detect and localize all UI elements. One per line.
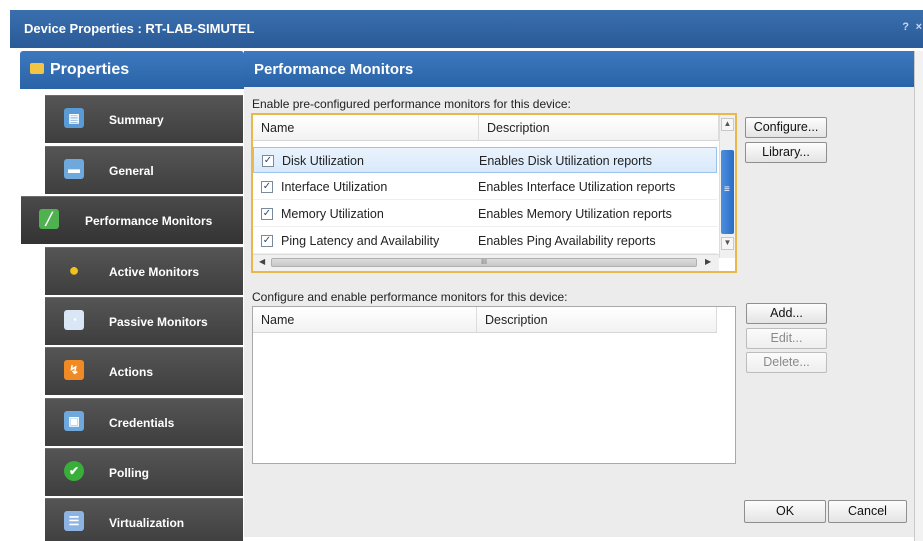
sidebar-item-actions[interactable]: ↯ Actions (45, 347, 243, 395)
edit-button-label: Edit... (770, 331, 803, 345)
sidebar-item-label: Summary (109, 113, 164, 127)
sidebar-item-active-monitors[interactable]: ● Active Monitors (45, 247, 243, 295)
scroll-right-arrow-icon[interactable]: ▶ (705, 257, 711, 266)
sidebar-item-credentials[interactable]: ▣ Credentials (45, 398, 243, 446)
vertical-grip-icon: ≡ (724, 184, 730, 195)
panel-title: Performance Monitors (254, 61, 414, 78)
sidebar-item-label: Virtualization (109, 516, 185, 530)
custom-monitors-list[interactable]: Name Description (252, 306, 736, 464)
sidebar-item-label: Performance Monitors (85, 214, 213, 228)
add-button[interactable]: Add... (746, 303, 827, 324)
table-row[interactable]: ✓ Interface Utilization Enables Interface … (253, 174, 717, 200)
sidebar-item-label: Credentials (109, 416, 175, 430)
row-checkbox[interactable]: ✓ (261, 208, 273, 220)
lightbulb-icon: ● (68, 259, 80, 280)
column-description-label: Description (487, 121, 550, 135)
monitor-description: Enables Memory Utilization reports (478, 207, 672, 221)
sidebar-item-summary[interactable]: ▤ Summary (45, 95, 243, 143)
add-button-label: Add... (770, 306, 803, 320)
summary-icon: ▤ (64, 108, 84, 128)
help-icon[interactable]: ? (902, 21, 909, 33)
sidebar-item-performance-monitors[interactable]: ╱ Performance Monitors (21, 196, 243, 244)
computer-icon: ▬ (64, 159, 84, 179)
preconfigured-label: Enable pre-configured performance monito… (252, 97, 571, 111)
configure-button-label: Configure... (753, 120, 819, 134)
cancel-button[interactable]: Cancel (828, 500, 907, 523)
gauge-icon: ◔ (64, 310, 84, 330)
library-button[interactable]: Library... (745, 142, 827, 163)
sidebar-item-label: Actions (109, 365, 154, 379)
sidebar-item-virtualization[interactable]: ☰ Virtualization (45, 498, 243, 541)
configure-button[interactable]: Configure... (745, 117, 827, 138)
ok-button[interactable]: OK (744, 500, 826, 523)
close-icon[interactable]: × (916, 21, 922, 33)
monitor-description: Enables Ping Availability reports (478, 234, 656, 248)
monitor-name: Memory Utilization (281, 207, 384, 221)
sidebar-item-general[interactable]: ▬ General (45, 146, 243, 194)
panel-header: Performance Monitors (244, 51, 914, 87)
sidebar-item-label: General (109, 164, 154, 178)
delete-button: Delete... (746, 352, 827, 373)
delete-button-label: Delete... (763, 355, 810, 369)
scroll-down-arrow-icon[interactable]: ▼ (721, 237, 734, 250)
vertical-scrollbar[interactable]: ▲ ≡ ▼ (719, 115, 735, 258)
custom-column-name-label: Name (261, 313, 295, 327)
vertical-scroll-thumb[interactable]: ≡ (721, 150, 734, 234)
monitor-name: Ping Latency and Availability (281, 234, 440, 248)
monitor-name: Disk Utilization (282, 154, 364, 168)
custom-column-description-label: Description (485, 313, 548, 327)
cancel-button-label: Cancel (848, 504, 887, 518)
preconfigured-monitors-list[interactable]: Name Description ✓ Disk Utilization Enable… (251, 113, 737, 273)
custom-monitors-label: Configure and enable performance monitor… (252, 290, 568, 304)
monitor-name: Interface Utilization (281, 180, 388, 194)
horizontal-scroll-thumb[interactable]: III (271, 258, 697, 267)
lightning-icon: ↯ (64, 360, 84, 380)
monitor-description: Enables Disk Utilization reports (479, 154, 652, 168)
chart-icon: ╱ (39, 209, 59, 229)
sidebar-item-label: Active Monitors (109, 265, 200, 279)
sidebar-item-passive-monitors[interactable]: ◔ Passive Monitors (45, 297, 243, 345)
row-checkbox[interactable]: ✓ (261, 181, 273, 193)
custom-column-header-name[interactable]: Name (253, 307, 477, 333)
sidebar-item-label: Passive Monitors (109, 315, 208, 329)
horizontal-grip-icon: III (481, 259, 487, 266)
column-header-name[interactable]: Name (253, 115, 479, 141)
sidebar-title: Properties (50, 61, 130, 78)
column-name-label: Name (261, 121, 295, 135)
window-edge (914, 51, 923, 541)
table-row[interactable]: ✓ Memory Utilization Enables Memory Utiliz… (253, 201, 717, 227)
title-bar: Device Properties : RT-LAB-SIMUTEL ? × (10, 10, 923, 48)
table-row[interactable]: ✓ Ping Latency and Availability Enables Pi… (253, 228, 717, 254)
library-button-label: Library... (762, 145, 810, 159)
column-header-description[interactable]: Description (479, 115, 719, 141)
scroll-up-arrow-icon[interactable]: ▲ (721, 118, 734, 131)
ok-button-label: OK (775, 504, 795, 518)
monitor-description: Enables Interface Utilization reports (478, 180, 676, 194)
row-checkbox[interactable]: ✓ (261, 235, 273, 247)
checkmark-icon: ✔ (64, 461, 84, 481)
custom-column-header-description[interactable]: Description (477, 307, 717, 333)
scroll-left-arrow-icon[interactable]: ◀ (259, 257, 265, 266)
table-row[interactable]: ✓ Disk Utilization Enables Disk Utilizatio… (253, 147, 717, 173)
edit-button: Edit... (746, 328, 827, 349)
id-card-icon: ▣ (64, 411, 84, 431)
sidebar-item-label: Polling (109, 466, 149, 480)
row-checkbox[interactable]: ✓ (262, 155, 274, 167)
folder-icon (30, 63, 44, 74)
horizontal-scrollbar[interactable]: ◀ III ▶ (253, 254, 719, 271)
stack-icon: ☰ (64, 511, 84, 531)
window-title: Device Properties : RT-LAB-SIMUTEL (24, 21, 255, 36)
sidebar-item-polling[interactable]: ✔ Polling (45, 448, 243, 496)
sidebar-header: Properties (20, 51, 244, 89)
